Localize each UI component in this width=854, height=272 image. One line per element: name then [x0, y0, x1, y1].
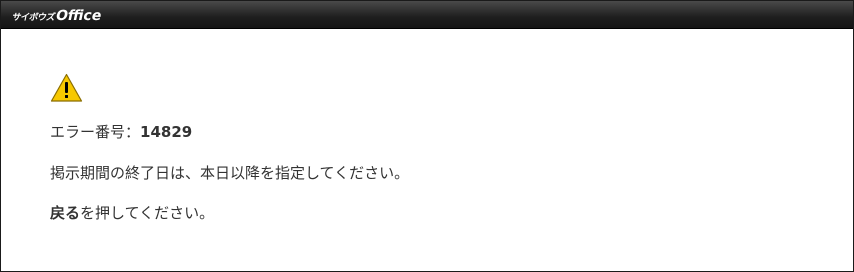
error-message: 掲示期間の終了日は、本日以降を指定してください。: [50, 164, 410, 182]
app-header: サイボウズOffice: [1, 1, 853, 29]
logo-kana-text: サイボウズ: [10, 13, 56, 23]
page-frame: サイボウズOffice エラー番号：14829 掲示期間の終了日は、本日以降を指…: [0, 0, 854, 272]
back-link[interactable]: 戻る: [50, 204, 80, 222]
warning-icon: [50, 73, 83, 102]
logo-office-text: Office: [53, 8, 103, 24]
error-code-line: エラー番号：14829: [50, 122, 192, 142]
error-code-label: エラー番号：: [50, 123, 141, 141]
app-logo: サイボウズOffice: [10, 7, 103, 24]
back-instruction-suffix: を押してください。: [80, 204, 215, 222]
back-instruction: 戻るを押してください。: [50, 203, 214, 223]
error-code-value: 14829: [140, 123, 193, 141]
